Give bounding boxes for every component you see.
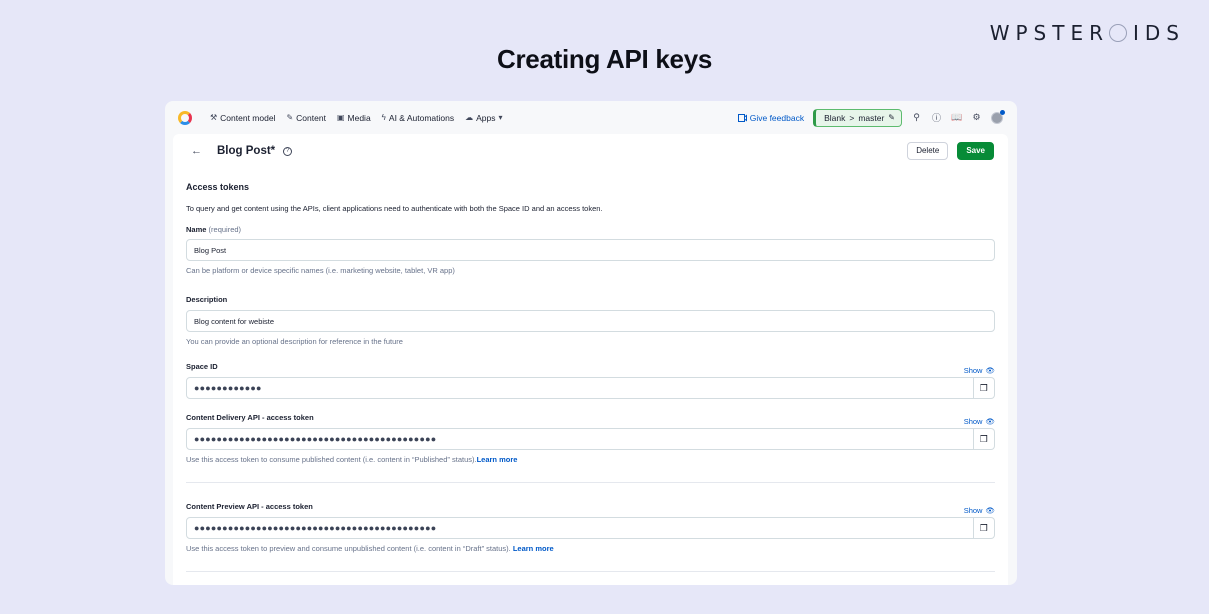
cpa-token-input[interactable]: ●●●●●●●●●●●●●●●●●●●●●●●●●●●●●●●●●●●●●●●●… [186,517,974,539]
app-window: ⚒ Content model ✎ Content ▣ Media ϟ AI &… [165,101,1017,585]
space-id-label: Space ID [186,362,218,371]
contentful-logo-icon[interactable] [178,110,192,125]
show-label: Show [963,366,983,375]
divider [186,571,995,572]
nav-label: Media [347,112,371,123]
space-id-input[interactable]: ●●●●●●●●●●●● [186,377,974,399]
back-arrow-icon[interactable]: ← [191,145,202,157]
name-input[interactable]: Blog Post [186,239,995,261]
eye-icon: 👁 [985,417,995,426]
header-actions: Delete Save [907,142,994,160]
cda-hint-text: Use this access token to consume publish… [186,455,477,464]
cpa-hint: Use this access token to preview and con… [186,544,995,553]
eye-icon: 👁 [985,366,995,375]
cpa-row: Content Preview API - access token Show … [186,502,995,515]
cpa-show-toggle[interactable]: Show 👁 [964,506,995,515]
learn-more-link[interactable]: Learn more [513,544,554,553]
intro-text: To query and get content using the APIs,… [186,204,603,213]
brand-ring-icon [1109,24,1127,42]
brand-left: WPSTER [989,21,1109,45]
learn-more-link[interactable]: Learn more [477,455,518,464]
space-id-field: ●●●●●●●●●●●● ❐ [186,377,995,399]
env-space: Blank [824,112,846,123]
name-hint: Can be platform or device specific names… [186,266,455,275]
feedback-label: Give feedback [749,112,805,123]
cda-row: Content Delivery API - access token Show… [186,413,995,426]
description-label: Description [186,295,228,304]
cda-label: Content Delivery API - access token [186,413,314,422]
feedback-icon [737,113,747,122]
gear-icon[interactable]: ⚙ [971,112,982,123]
avatar[interactable] [991,109,1005,124]
wrench-icon: ⚒ [210,113,218,122]
divider [186,482,995,483]
description-input[interactable]: Blog content for webiste [186,310,995,332]
help-icon[interactable]: ⓘ [931,111,942,124]
section-title: Access tokens [186,182,250,192]
nav-ai-automations[interactable]: ϟ AI & Automations [382,113,454,123]
show-label: Show [963,417,983,426]
required-tag: (required) [208,225,242,234]
space-id-show-toggle[interactable]: Show 👁 [964,366,995,375]
description-hint: You can provide an optional description … [186,337,403,346]
entry-header: ← Blog Post* ? Delete Save [173,134,1008,168]
cda-field: ●●●●●●●●●●●●●●●●●●●●●●●●●●●●●●●●●●●●●●●●… [186,428,995,450]
pencil-icon: ✎ [286,113,294,122]
name-label: Name (required) [186,225,995,234]
form-content: Access tokens To query and get content u… [173,182,1008,572]
show-label: Show [963,506,983,515]
eye-icon: 👁 [985,506,995,515]
copy-icon[interactable]: ❐ [973,428,995,450]
cpa-hint-text: Use this access token to preview and con… [186,544,513,553]
page-title: Blog Post* [217,145,276,157]
copy-icon[interactable]: ❐ [973,517,995,539]
nav-label: Content model [220,112,276,123]
cda-hint: Use this access token to consume publish… [186,455,995,464]
give-feedback-link[interactable]: Give feedback [737,112,805,123]
pencil-icon: ✎ [888,113,895,122]
chevron-down-icon: ▾ [498,113,503,122]
cda-show-toggle[interactable]: Show 👁 [964,417,995,426]
copy-icon[interactable]: ❐ [973,377,995,399]
lightning-icon: ϟ [381,113,386,122]
space-id-row: Space ID Show 👁 [186,362,995,375]
nav-label: Content [296,112,326,123]
nav-apps[interactable]: ☁ Apps ▾ [465,113,502,123]
nav-media[interactable]: ▣ Media [337,113,371,123]
chevron-right-icon: > [849,112,855,123]
image-icon: ▣ [336,113,345,122]
page-headline: Creating API keys [496,44,713,74]
nav-content[interactable]: ✎ Content [286,113,325,123]
cda-token-input[interactable]: ●●●●●●●●●●●●●●●●●●●●●●●●●●●●●●●●●●●●●●●●… [186,428,974,450]
nav-content-model[interactable]: ⚒ Content model [210,113,275,123]
env-name: master [858,112,885,123]
save-button[interactable]: Save [957,142,994,160]
cloud-icon: ☁ [465,113,474,122]
book-icon[interactable]: 📖 [951,112,962,123]
environment-switcher[interactable]: Blank > master ✎ [813,108,902,127]
question-icon[interactable]: ? [283,146,293,156]
brand-right: IDS [1133,21,1185,45]
top-navigation: ⚒ Content model ✎ Content ▣ Media ϟ AI &… [165,101,1017,134]
delete-button[interactable]: Delete [907,142,949,160]
brand-logo: WPSTER IDS [990,21,1185,45]
nav-label: AI & Automations [388,112,455,123]
cpa-label: Content Preview API - access token [186,502,313,511]
name-label-text: Name [186,225,207,234]
nav-right-group: Give feedback Blank > master ✎ ⚲ ⓘ 📖 ⚙ [737,108,1005,127]
nav-label: Apps [476,112,496,123]
cpa-field: ●●●●●●●●●●●●●●●●●●●●●●●●●●●●●●●●●●●●●●●●… [186,517,995,539]
search-icon[interactable]: ⚲ [911,112,922,123]
main-panel: ← Blog Post* ? Delete Save Access tokens… [173,134,1008,585]
